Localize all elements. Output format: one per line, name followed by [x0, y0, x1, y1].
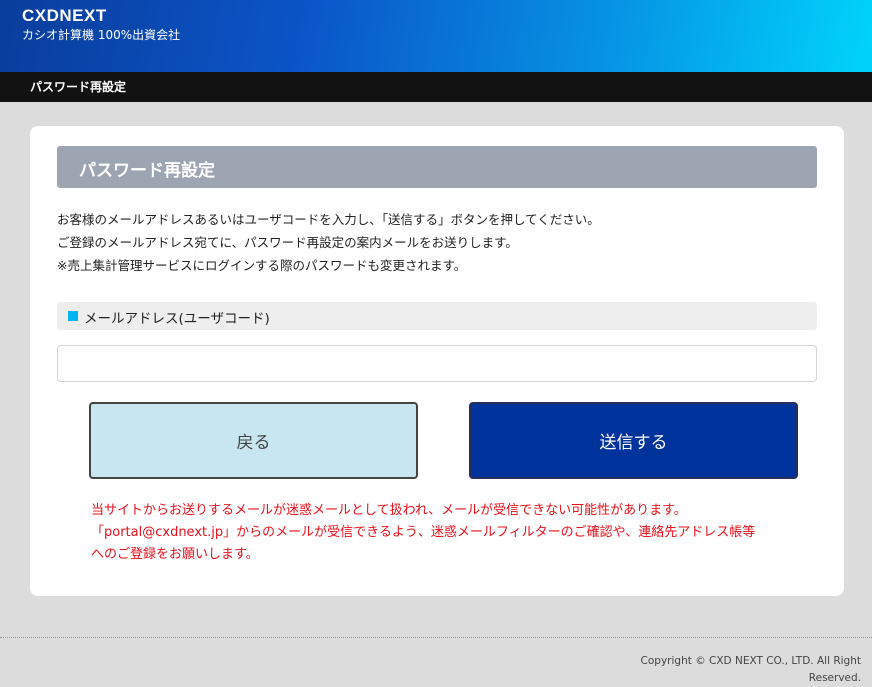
nav-page-title: パスワード再設定 [30, 80, 127, 94]
top-banner: CXDNEXT カシオ計算機 100%出資会社 [0, 0, 872, 72]
password-reset-card: パスワード再設定 お客様のメールアドレスあるいはユーザコードを入力し、「送信する… [30, 126, 844, 596]
send-button[interactable]: 送信する [469, 402, 798, 479]
email-input[interactable] [57, 345, 817, 382]
warning-line: へのご登録をお願いします。 [91, 547, 259, 562]
copyright: Copyright © CXD NEXT CO., LTD. All Right… [601, 653, 861, 687]
spam-warning: 当サイトからお送りするメールが迷惑メールとして扱われ、メールが受信できない可能性… [91, 500, 811, 566]
page-title: パスワード再設定 [79, 161, 215, 181]
back-button[interactable]: 戻る [89, 402, 418, 479]
instruction-line: お客様のメールアドレスあるいはユーザコードを入力し、「送信する」ボタンを押してく… [57, 212, 600, 227]
square-marker-icon [68, 311, 78, 321]
instruction-line: ※売上集計管理サービスにログインする際のパスワードも変更されます。 [57, 258, 467, 273]
copyright-line: Copyright © CXD NEXT CO., LTD. All Right [640, 655, 861, 667]
copyright-line: Reserved. [808, 672, 861, 684]
email-field-label-bar: メールアドレス(ユーザコード) [57, 302, 817, 330]
send-button-label: 送信する [599, 433, 668, 453]
company-logo[interactable]: CXDNEXT [22, 6, 107, 26]
instruction-line: ご登録のメールアドレス宛てに、パスワード再設定の案内メールをお送りします。 [57, 235, 518, 250]
email-field-label: メールアドレス(ユーザコード) [84, 311, 270, 327]
warning-line: 「portal@cxdnext.jp」からのメールが受信できるよう、迷惑メールフ… [91, 525, 756, 540]
nav-bar: パスワード再設定 [0, 72, 872, 102]
instructions: お客様のメールアドレスあるいはユーザコードを入力し、「送信する」ボタンを押してく… [57, 208, 817, 277]
footer-divider [0, 637, 872, 638]
back-button-label: 戻る [236, 433, 271, 453]
warning-line: 当サイトからお送りするメールが迷惑メールとして扱われ、メールが受信できない可能性… [91, 503, 687, 518]
company-subtitle: カシオ計算機 100%出資会社 [22, 28, 181, 42]
section-header: パスワード再設定 [57, 146, 817, 188]
